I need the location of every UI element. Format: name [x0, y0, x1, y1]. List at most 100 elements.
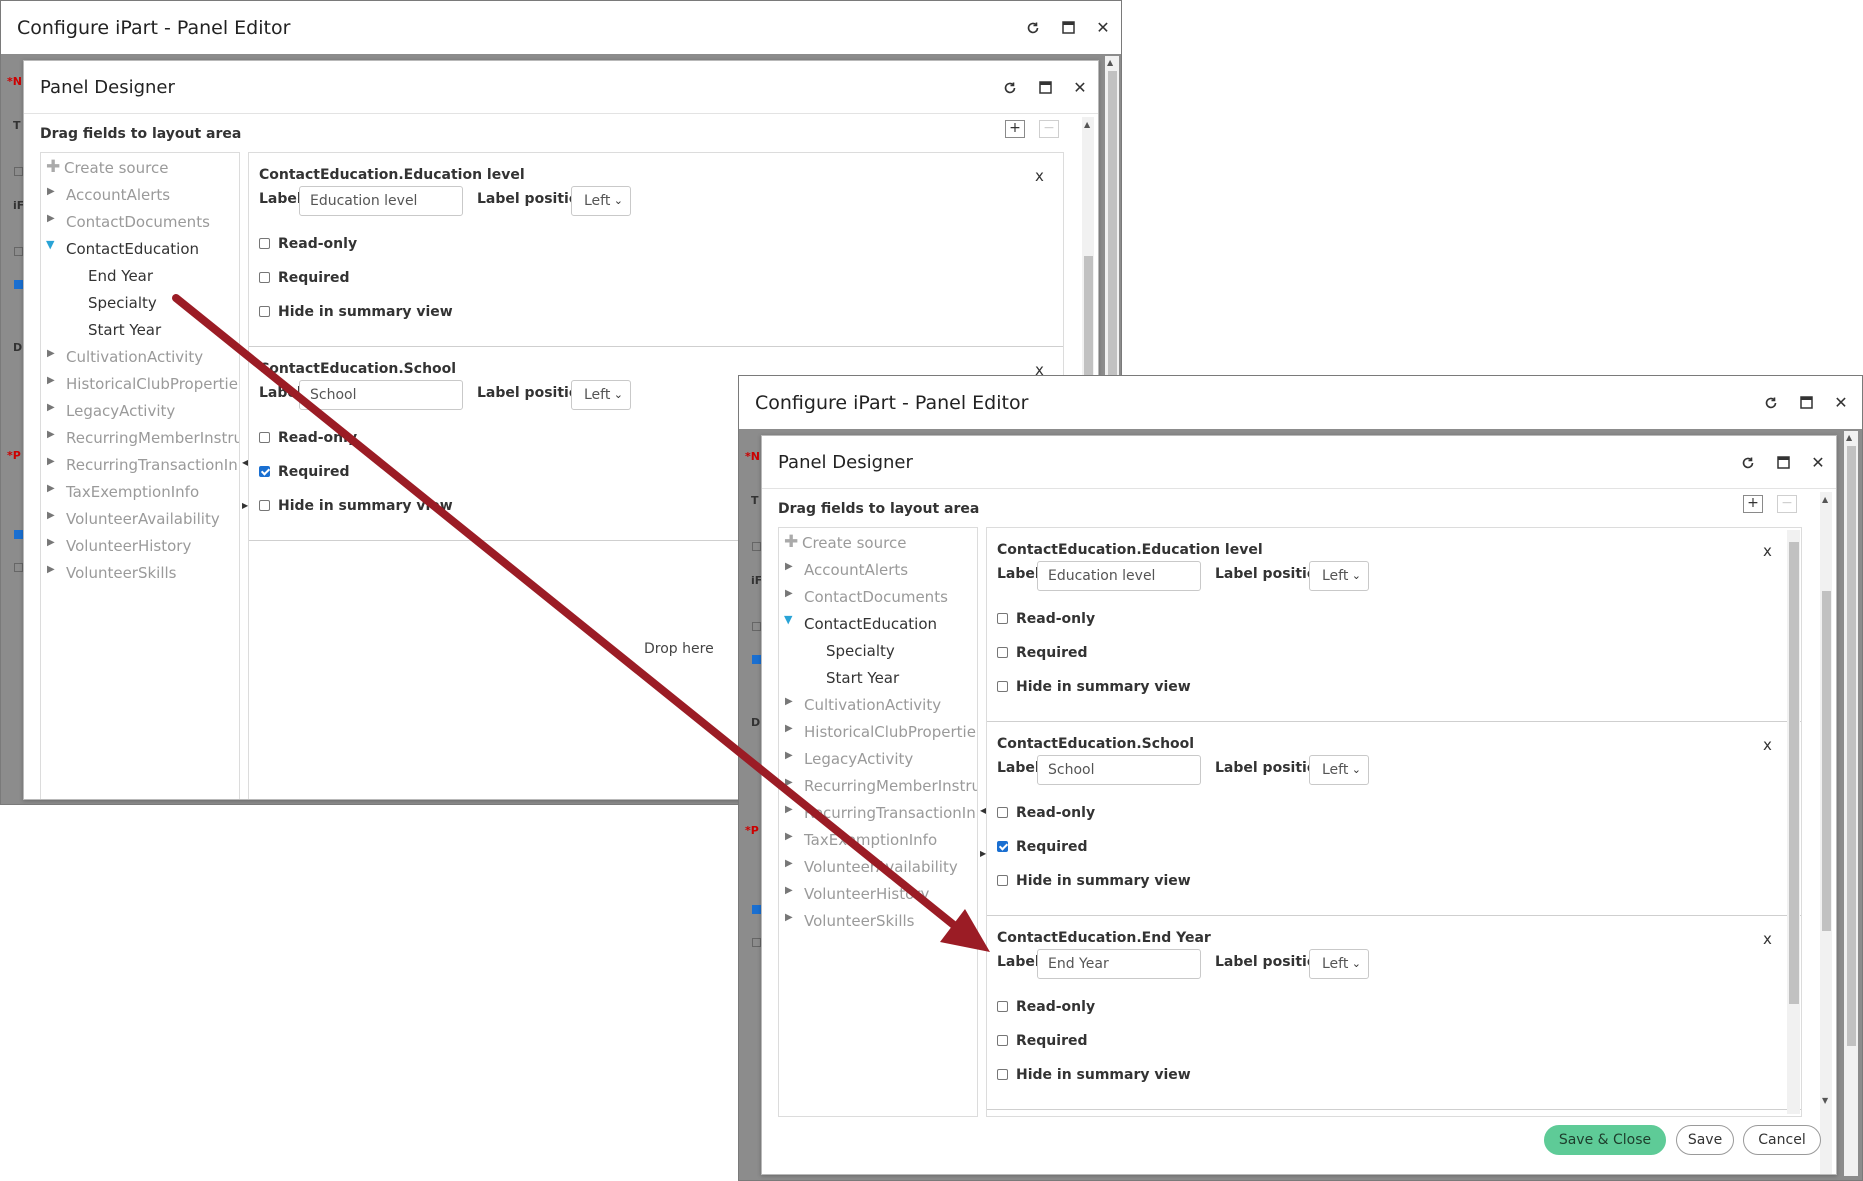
- required-checkbox[interactable]: [259, 466, 270, 477]
- close-icon[interactable]: ✕: [1070, 78, 1090, 98]
- tree-node[interactable]: VolunteerAvailability: [804, 858, 958, 876]
- refresh-icon[interactable]: [1023, 19, 1043, 39]
- triangle-right-icon[interactable]: ▶: [785, 804, 793, 815]
- tree-node[interactable]: LegacyActivity: [804, 750, 913, 768]
- triangle-right-icon[interactable]: ▶: [47, 375, 55, 386]
- tree-node-expanded[interactable]: ContactEducation: [66, 240, 199, 258]
- maximize-icon[interactable]: [1035, 79, 1055, 99]
- triangle-right-icon[interactable]: ▶: [47, 213, 55, 224]
- tree-leaf[interactable]: Specialty: [826, 642, 895, 660]
- cancel-button[interactable]: Cancel: [1743, 1125, 1821, 1155]
- maximize-icon[interactable]: [1058, 19, 1078, 39]
- tree-node[interactable]: VolunteerHistory: [804, 885, 929, 903]
- tree-node[interactable]: ContactDocuments: [66, 213, 210, 231]
- label-input[interactable]: School: [1037, 755, 1201, 785]
- required-option[interactable]: Required: [997, 645, 1087, 661]
- triangle-down-icon[interactable]: ▼: [784, 613, 792, 626]
- scroll-up-arrow[interactable]: ▲: [1084, 120, 1090, 129]
- triangle-right-icon[interactable]: ▶: [785, 858, 793, 869]
- label-position-select[interactable]: Left ⌄: [1309, 755, 1369, 785]
- refresh-icon[interactable]: [1738, 454, 1758, 474]
- triangle-right-icon[interactable]: ▶: [47, 186, 55, 197]
- triangle-right-icon[interactable]: ▶: [47, 537, 55, 548]
- outer-scrollbar-thumb[interactable]: [1847, 446, 1856, 1046]
- required-option[interactable]: Required: [997, 839, 1087, 855]
- hide-summary-option[interactable]: Hide in summary view: [997, 873, 1191, 889]
- required-option[interactable]: Required: [997, 1033, 1087, 1049]
- tree-node[interactable]: TaxExemptionInfo: [66, 483, 199, 501]
- triangle-right-icon[interactable]: ▶: [47, 483, 55, 494]
- label-input[interactable]: Education level: [299, 186, 463, 216]
- read-only-checkbox[interactable]: [259, 432, 270, 443]
- hide-summary-checkbox[interactable]: [997, 1069, 1008, 1080]
- hide-summary-checkbox[interactable]: [259, 306, 270, 317]
- read-only-checkbox[interactable]: [259, 238, 270, 249]
- triangle-right-icon[interactable]: ▶: [785, 696, 793, 707]
- hide-summary-checkbox[interactable]: [259, 500, 270, 511]
- triangle-right-icon[interactable]: ▶: [785, 561, 793, 572]
- read-only-option[interactable]: Read-only: [997, 805, 1095, 821]
- tree-node[interactable]: RecurringMemberInstru: [66, 429, 239, 447]
- create-source-link[interactable]: Create source: [64, 159, 168, 177]
- tree-node[interactable]: AccountAlerts: [804, 561, 908, 579]
- remove-field-button[interactable]: x: [1035, 167, 1044, 185]
- hide-summary-option[interactable]: Hide in summary view: [997, 679, 1191, 695]
- tree-leaf[interactable]: End Year: [88, 267, 153, 285]
- tree-node[interactable]: VolunteerAvailability: [66, 510, 220, 528]
- scroll-up-arrow[interactable]: ▲: [1822, 495, 1828, 504]
- remove-field-button[interactable]: x: [1763, 542, 1772, 560]
- hide-summary-checkbox[interactable]: [997, 681, 1008, 692]
- close-icon[interactable]: ✕: [1808, 453, 1828, 473]
- tree-leaf[interactable]: Specialty: [88, 294, 157, 312]
- close-icon[interactable]: ✕: [1831, 393, 1851, 413]
- required-option[interactable]: Required: [259, 464, 349, 480]
- required-checkbox[interactable]: [259, 272, 270, 283]
- tree-node[interactable]: ContactDocuments: [804, 588, 948, 606]
- layout-inner-scrollbar-thumb[interactable]: [1789, 542, 1799, 1004]
- read-only-option[interactable]: Read-only: [259, 430, 357, 446]
- create-source-link[interactable]: Create source: [802, 534, 906, 552]
- label-position-select[interactable]: Left ⌄: [571, 186, 631, 216]
- read-only-option[interactable]: Read-only: [259, 236, 357, 252]
- required-checkbox[interactable]: [997, 1035, 1008, 1046]
- triangle-right-icon[interactable]: ▶: [47, 348, 55, 359]
- maximize-icon[interactable]: [1773, 454, 1793, 474]
- tree-leaf[interactable]: Start Year: [826, 669, 899, 687]
- label-position-select[interactable]: Left ⌄: [1309, 949, 1369, 979]
- required-option[interactable]: Required: [259, 270, 349, 286]
- remove-field-button[interactable]: x: [1763, 930, 1772, 948]
- triangle-right-icon[interactable]: ▶: [785, 912, 793, 923]
- label-input[interactable]: Education level: [1037, 561, 1201, 591]
- read-only-checkbox[interactable]: [997, 1001, 1008, 1012]
- tree-node[interactable]: LegacyActivity: [66, 402, 175, 420]
- hide-summary-option[interactable]: Hide in summary view: [259, 498, 453, 514]
- save-button[interactable]: Save: [1676, 1125, 1734, 1155]
- triangle-right-icon[interactable]: ▶: [785, 885, 793, 896]
- scroll-up-arrow[interactable]: ▲: [1107, 58, 1113, 67]
- triangle-right-icon[interactable]: ▶: [785, 723, 793, 734]
- tree-node[interactable]: VolunteerHistory: [66, 537, 191, 555]
- tree-node[interactable]: RecurringTransactionIn: [804, 804, 976, 822]
- tree-node[interactable]: TaxExemptionInfo: [804, 831, 937, 849]
- triangle-right-icon[interactable]: ▶: [47, 510, 55, 521]
- read-only-option[interactable]: Read-only: [997, 611, 1095, 627]
- hide-summary-checkbox[interactable]: [997, 875, 1008, 886]
- hide-summary-option[interactable]: Hide in summary view: [259, 304, 453, 320]
- label-input[interactable]: School: [299, 380, 463, 410]
- add-button[interactable]: +: [1743, 495, 1763, 513]
- scroll-down-arrow[interactable]: ▼: [1822, 1096, 1828, 1105]
- label-position-select[interactable]: Left ⌄: [1309, 561, 1369, 591]
- tree-node[interactable]: VolunteerSkills: [804, 912, 915, 930]
- read-only-checkbox[interactable]: [997, 807, 1008, 818]
- tree-node[interactable]: RecurringTransactionIn: [66, 456, 238, 474]
- label-position-select[interactable]: Left ⌄: [571, 380, 631, 410]
- tree-leaf[interactable]: Start Year: [88, 321, 161, 339]
- tree-node[interactable]: HistoricalClubPropertie: [66, 375, 238, 393]
- tree-node[interactable]: HistoricalClubPropertie: [804, 723, 976, 741]
- add-button[interactable]: +: [1005, 120, 1025, 138]
- required-checkbox[interactable]: [997, 841, 1008, 852]
- triangle-right-icon[interactable]: ▶: [785, 831, 793, 842]
- triangle-right-icon[interactable]: ▶: [785, 588, 793, 599]
- tree-node[interactable]: CultivationActivity: [804, 696, 941, 714]
- triangle-right-icon[interactable]: ▶: [785, 777, 793, 788]
